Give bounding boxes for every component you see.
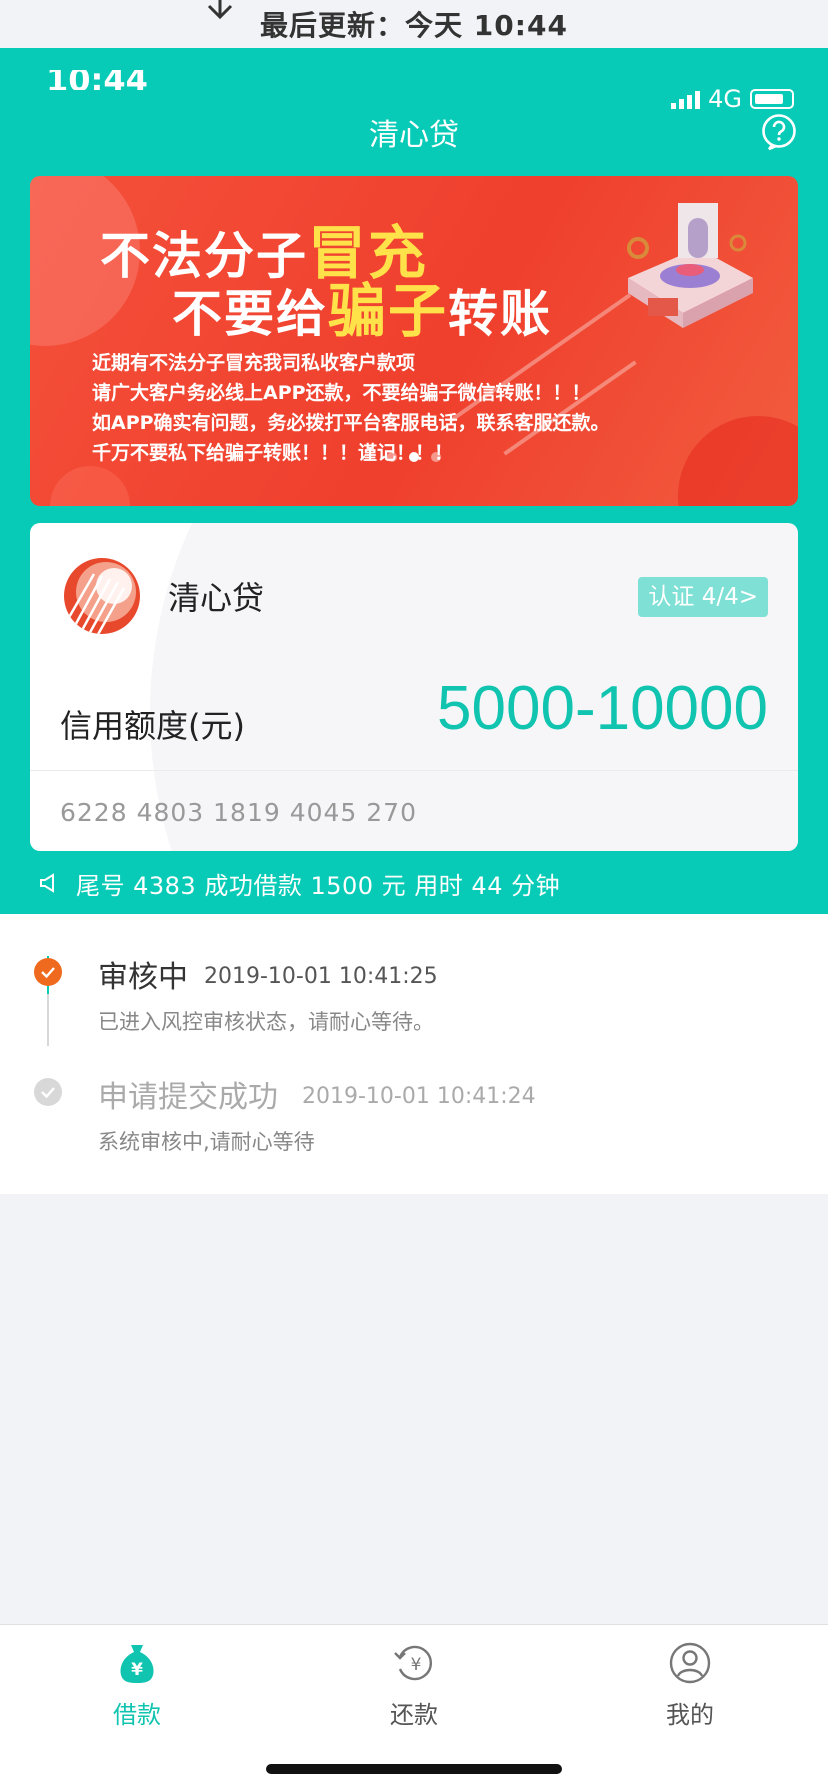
application-progress: 审核中 2019-10-01 10:41:25 已进入风控审核状态，请耐心等待。… xyxy=(0,914,828,1194)
carousel-dot[interactable] xyxy=(431,452,441,462)
signal-icon xyxy=(671,89,701,109)
banner-notice-line: 近期有不法分子冒充我司私收客户款项 xyxy=(92,352,416,374)
banner-notice-line: 如APP确实有问题，务必拨打平台客服电话，联系客服还款。 xyxy=(92,412,610,434)
last-updated-text: 最后更新：今天 10:44 xyxy=(260,9,568,42)
step-time: 2019-10-01 10:41:24 xyxy=(302,1084,536,1109)
speaker-icon xyxy=(40,873,54,893)
carousel-dot-active[interactable] xyxy=(409,452,419,462)
credit-card: 清心贷 认证 4/4> 信用额度(元) 5000-10000 6228 4803… xyxy=(30,523,798,851)
profile-icon xyxy=(669,1642,711,1684)
tab-mine[interactable]: 我的 xyxy=(630,1641,750,1730)
step-connector xyxy=(47,994,49,1046)
banner-notice-line: 请广大客户务必线上APP还款，不要给骗子微信转账！！！ xyxy=(92,382,591,404)
bank-card-number: 6228 4803 1819 4045 270 xyxy=(60,798,417,827)
repay-icon: ¥ xyxy=(394,1645,432,1681)
app-logo-icon xyxy=(64,558,140,634)
decorative-3d-illustration xyxy=(627,203,753,328)
card-app-name: 清心贷 xyxy=(168,579,265,617)
tab-label: 借款 xyxy=(113,1701,161,1729)
carousel-indicator xyxy=(30,452,798,462)
step-title: 申请提交成功 xyxy=(98,1080,278,1115)
pull-refresh-bar: 最后更新：今天 10:44 xyxy=(0,0,828,48)
credit-limit-value: 5000-10000 xyxy=(437,674,768,743)
carousel-dot[interactable] xyxy=(387,452,397,462)
step-description: 系统审核中,请耐心等待 xyxy=(98,1130,315,1154)
ticker-text: 尾号 4383 成功借款 1500 元 用时 44 分钟 xyxy=(76,871,561,900)
tab-label: 还款 xyxy=(390,1701,438,1729)
step-time: 2019-10-01 10:41:25 xyxy=(204,964,438,989)
tab-label: 我的 xyxy=(666,1701,714,1729)
status-time: 10:44 xyxy=(46,70,148,90)
battery-icon xyxy=(750,89,794,109)
tab-repay[interactable]: ¥ 还款 xyxy=(354,1641,474,1730)
svg-text:¥: ¥ xyxy=(131,1660,143,1680)
loan-announcement-ticker: 尾号 4383 成功借款 1500 元 用时 44 分钟 xyxy=(38,868,561,900)
page-title: 清心贷 xyxy=(369,118,459,153)
step-title: 审核中 xyxy=(98,960,188,995)
banner-headline-2: 不要给骗子转账 xyxy=(172,277,553,345)
fraud-warning-banner[interactable]: 不法分子冒充 不要给骗子转账 近期有不法分子冒充我司私收客户款项 请广大客户务必… xyxy=(30,176,798,506)
step-description: 已进入风控审核状态，请耐心等待。 xyxy=(98,1010,434,1034)
down-arrow-icon xyxy=(207,0,233,20)
money-bag-icon: ¥ xyxy=(120,1645,154,1683)
step-done-check-icon xyxy=(34,1078,62,1106)
status-bar: 10:44 4G xyxy=(0,48,828,113)
tab-borrow[interactable]: ¥ 借款 xyxy=(77,1641,197,1730)
step-active-check-icon xyxy=(34,958,62,986)
divider xyxy=(30,770,798,771)
verification-badge[interactable]: 认证 4/4> xyxy=(638,577,768,617)
home-indicator[interactable] xyxy=(266,1764,562,1774)
help-icon[interactable] xyxy=(760,113,798,151)
svg-text:¥: ¥ xyxy=(411,1655,422,1675)
network-type: 4G xyxy=(708,85,742,113)
credit-limit-label: 信用额度(元) xyxy=(60,707,245,745)
